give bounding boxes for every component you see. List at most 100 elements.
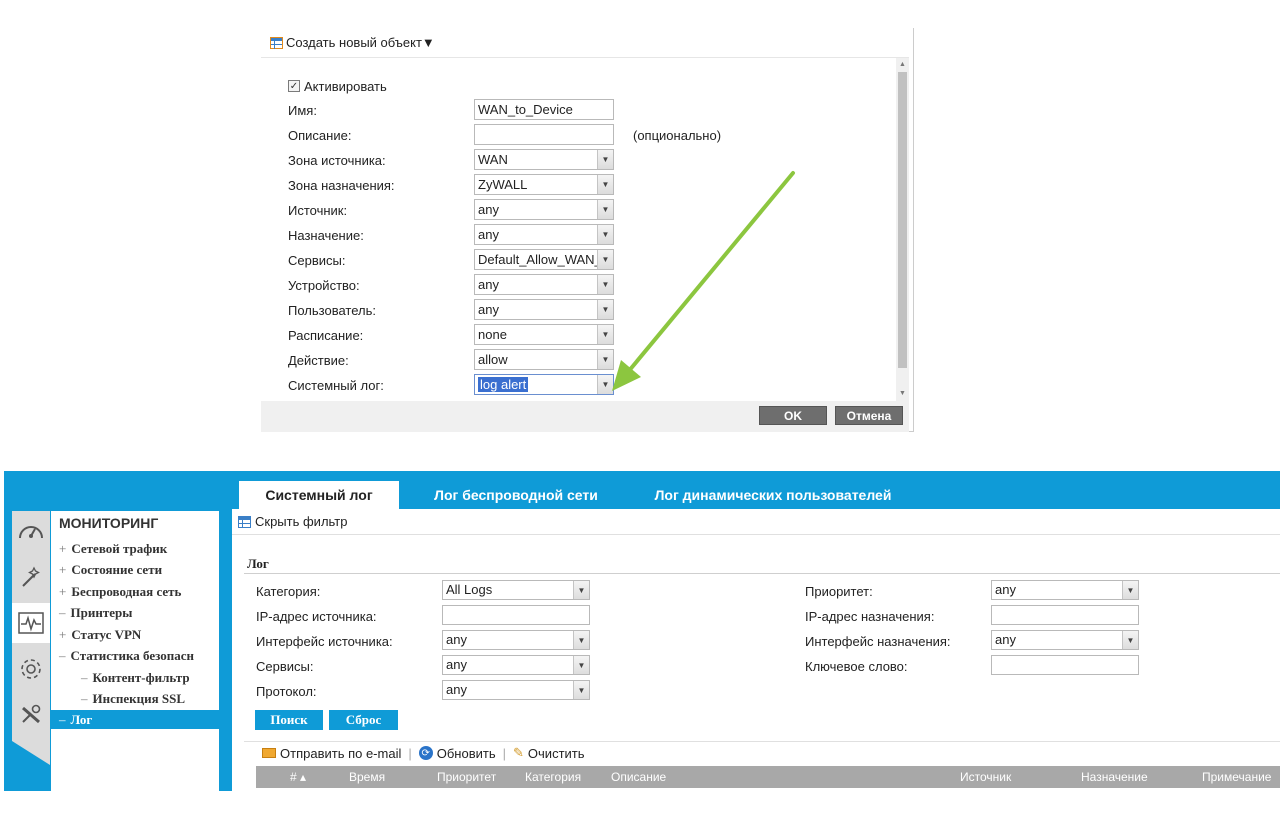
nav-icon-column	[12, 511, 50, 741]
monitor-panel: Системный лог Лог беспроводной сети Лог …	[0, 471, 1280, 791]
leaf-icon: –	[59, 605, 66, 620]
tab-wireless-log[interactable]: Лог беспроводной сети	[421, 481, 611, 509]
sidebar-item-security-stats[interactable]: – Статистика безопасн	[59, 648, 194, 664]
toolbar-separator: |	[408, 745, 412, 761]
source-interface-select[interactable]: any ▼	[442, 630, 590, 650]
sidebar-item-network-traffic[interactable]: + Сетевой трафик	[59, 541, 167, 557]
log-table-header: # ▴ Время Приоритет Категория Описание И…	[256, 766, 1280, 788]
column-header-category[interactable]: Категория	[525, 770, 581, 784]
nav-corner-shape	[12, 741, 50, 765]
source-ip-input[interactable]	[442, 605, 590, 625]
gear-icon[interactable]	[12, 649, 50, 689]
leaf-icon: –	[81, 691, 88, 706]
sidebar-item-label: Беспроводная сеть	[71, 584, 182, 599]
sidebar-item-log[interactable]: – Лог	[51, 710, 219, 729]
protocol-select[interactable]: any ▼	[442, 680, 590, 700]
column-header-note[interactable]: Примечание	[1202, 770, 1271, 784]
sidebar-nav: МОНИТОРИНГ + Сетевой трафик + Состояние се…	[51, 511, 219, 791]
filter-label: Интерфейс источника:	[256, 633, 393, 649]
sidebar-item-label: Сетевой трафик	[71, 541, 168, 556]
chevron-down-icon: ▼	[573, 581, 589, 599]
refresh-icon: ⟳	[418, 746, 433, 760]
expand-icon: +	[59, 584, 67, 599]
filter-label: Протокол:	[256, 683, 317, 699]
broom-icon: ✎	[513, 745, 524, 760]
destination-ip-input[interactable]	[991, 605, 1139, 625]
tab-bar: Системный лог Лог беспроводной сети Лог …	[4, 471, 1280, 509]
sidebar-item-ssl-inspection[interactable]: – Инспекция SSL	[81, 691, 185, 707]
sidebar-item-label: Инспекция SSL	[92, 691, 186, 706]
filter-label: IP-адрес назначения:	[805, 608, 935, 624]
dashboard-icon[interactable]	[12, 511, 50, 551]
column-header-destination[interactable]: Назначение	[1081, 770, 1148, 784]
filter-label: IP-адрес источника:	[256, 608, 377, 624]
filter-label: Категория:	[256, 583, 321, 599]
category-select[interactable]: All Logs ▼	[442, 580, 590, 600]
wizard-icon[interactable]	[12, 557, 50, 597]
sidebar-item-label: Статистика безопасн	[70, 648, 195, 663]
column-header-description[interactable]: Описание	[611, 770, 666, 784]
divider	[232, 534, 1280, 535]
hide-filter-label: Скрыть фильтр	[255, 514, 348, 529]
chevron-down-icon: ▼	[573, 681, 589, 699]
log-content: Скрыть фильтр Лог Категория: All Logs ▼ I…	[232, 509, 1280, 791]
nav-section-title: МОНИТОРИНГ	[59, 515, 159, 531]
sidebar-item-label: Статус VPN	[71, 627, 142, 642]
reset-button[interactable]: Сброс	[329, 710, 398, 730]
filter-label: Ключевое слово:	[805, 658, 908, 674]
tab-dynamic-users-log[interactable]: Лог динамических пользователей	[632, 481, 914, 509]
sidebar-item-wireless[interactable]: + Беспроводная сеть	[59, 584, 181, 600]
select-value: any	[446, 632, 467, 647]
leaf-icon: –	[81, 670, 88, 685]
column-header-time[interactable]: Время	[349, 770, 385, 784]
sidebar-item-printers[interactable]: – Принтеры	[59, 605, 132, 621]
monitor-icon[interactable]	[12, 603, 50, 643]
hide-filter-link[interactable]: Скрыть фильтр	[238, 514, 347, 529]
sidebar-item-vpn-status[interactable]: + Статус VPN	[59, 627, 141, 643]
sidebar-item-label: Принтеры	[70, 605, 133, 620]
divider	[244, 741, 1280, 742]
collapse-icon: –	[59, 648, 66, 663]
destination-interface-select[interactable]: any ▼	[991, 630, 1139, 650]
screenshot-stage: Создать новый объект▼ ✓ Активировать Имя…	[0, 0, 1280, 833]
sidebar-item-label: Состояние сети	[71, 562, 163, 577]
filter-label: Сервисы:	[256, 658, 314, 674]
chevron-down-icon: ▼	[573, 631, 589, 649]
divider	[244, 573, 1280, 574]
sidebar-item-content-filter[interactable]: – Контент-фильтр	[81, 670, 190, 686]
table-icon	[238, 515, 251, 528]
select-value: any	[995, 632, 1016, 647]
search-button[interactable]: Поиск	[255, 710, 323, 730]
clear-button[interactable]: Очистить	[528, 746, 585, 761]
expand-icon: +	[59, 541, 67, 556]
chevron-down-icon: ▼	[573, 656, 589, 674]
maintenance-tools-icon[interactable]	[12, 695, 50, 735]
sidebar-item-label: Контент-фильтр	[92, 670, 190, 685]
refresh-button[interactable]: Обновить	[437, 746, 496, 761]
sidebar-item-network-status[interactable]: + Состояние сети	[59, 562, 162, 578]
select-value: any	[446, 682, 467, 697]
tab-system-log[interactable]: Системный лог	[239, 481, 399, 509]
keyword-input[interactable]	[991, 655, 1139, 675]
toolbar-separator: |	[502, 745, 507, 761]
select-value: any	[446, 657, 467, 672]
sidebar-item-label: Лог	[70, 712, 93, 727]
services-select[interactable]: any ▼	[442, 655, 590, 675]
chevron-down-icon: ▼	[1122, 631, 1138, 649]
expand-icon: +	[59, 627, 67, 642]
email-icon	[262, 748, 276, 758]
column-header-number[interactable]: # ▴	[290, 770, 306, 784]
leaf-icon: –	[59, 712, 66, 727]
log-filter-heading: Лог	[247, 556, 269, 571]
filter-label: Интерфейс назначения:	[805, 633, 951, 649]
column-header-source[interactable]: Источник	[960, 770, 1011, 784]
select-value: All Logs	[446, 582, 493, 597]
expand-icon: +	[59, 562, 67, 577]
filter-label: Приоритет:	[805, 583, 873, 599]
column-header-priority[interactable]: Приоритет	[437, 770, 496, 784]
priority-select[interactable]: any ▼	[991, 580, 1139, 600]
send-email-button[interactable]: Отправить по e-mail	[280, 746, 401, 761]
chevron-down-icon: ▼	[1122, 581, 1138, 599]
log-toolbar: Отправить по e-mail | ⟳ Обновить | ✎ Очи…	[262, 745, 585, 761]
select-value: any	[995, 582, 1016, 597]
